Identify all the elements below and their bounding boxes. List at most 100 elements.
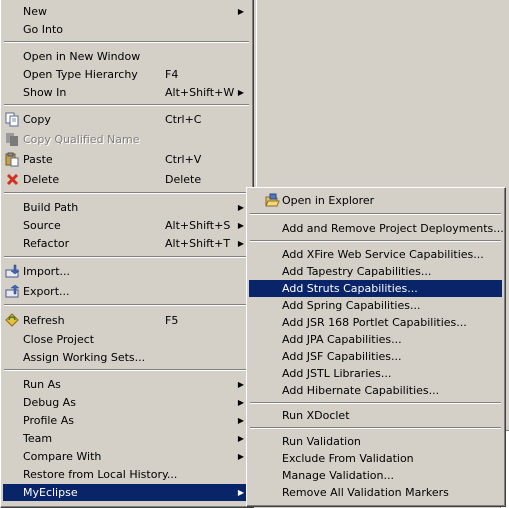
menu-item-label: Close Project [23, 333, 95, 346]
delete-icon [6, 173, 19, 186]
submenu-item-add-jpa[interactable]: Add JPA Capabilities... [249, 331, 502, 348]
menu-separator [250, 240, 501, 242]
menu-separator [4, 41, 249, 43]
menu-item-label: Profile As [23, 414, 74, 427]
submenu-item-add-struts[interactable]: Add Struts Capabilities... [249, 280, 502, 297]
submenu-arrow-icon: ▶ [237, 488, 244, 497]
menu-item-label: Copy Qualified Name [23, 133, 140, 146]
menu-item-build-path[interactable]: Build Path ▶ [3, 199, 250, 216]
menu-item-label: Show In [23, 86, 67, 99]
myeclipse-submenu: Open in Explorer Add and Remove Project … [246, 187, 506, 507]
copy-qualified-name-icon [6, 133, 18, 146]
menu-item-export[interactable]: Export... [3, 283, 250, 300]
paste-icon [5, 152, 19, 167]
copy-icon [5, 112, 19, 127]
menu-separator [4, 369, 249, 371]
menu-item-go-into[interactable]: Go Into [3, 21, 250, 38]
submenu-item-open-in-explorer[interactable]: Open in Explorer [249, 192, 502, 209]
submenu-item-add-tapestry[interactable]: Add Tapestry Capabilities... [249, 263, 502, 280]
menu-item-new[interactable]: New ▶ [3, 3, 250, 20]
menu-item-shortcut: Ctrl+C [165, 113, 202, 126]
menu-item-label: Refactor [23, 237, 70, 250]
menu-separator [4, 304, 249, 306]
menu-item-run-as[interactable]: Run As ▶ [3, 376, 250, 393]
submenu-item-exclude-from-validation[interactable]: Exclude From Validation [249, 450, 502, 467]
menu-item-label: Assign Working Sets... [23, 351, 146, 364]
menu-item-open-in-new-window[interactable]: Open in New Window [3, 48, 250, 65]
menu-item-debug-as[interactable]: Debug As ▶ [3, 394, 250, 411]
refresh-icon [5, 313, 19, 327]
menu-item-close-project[interactable]: Close Project [3, 331, 250, 348]
menu-item-label: Add Tapestry Capabilities... [282, 265, 432, 278]
menu-item-shortcut: Alt+Shift+W [165, 86, 235, 99]
menu-item-paste[interactable]: Paste Ctrl+V [3, 151, 250, 168]
menu-item-shortcut: Alt+Shift+S [165, 219, 231, 232]
submenu-item-add-remove-deployments[interactable]: Add and Remove Project Deployments... [249, 220, 504, 237]
menu-separator [4, 104, 249, 106]
menu-item-team[interactable]: Team ▶ [3, 430, 250, 447]
menu-item-label: Copy [23, 113, 51, 126]
submenu-item-add-spring[interactable]: Add Spring Capabilities... [249, 297, 502, 314]
menu-item-label: Team [23, 432, 53, 445]
menu-item-copy[interactable]: Copy Ctrl+C [3, 111, 250, 128]
menu-separator [250, 213, 501, 215]
menu-item-assign-working-sets[interactable]: Assign Working Sets... [3, 349, 250, 366]
menu-item-delete[interactable]: Delete Delete [3, 171, 250, 188]
submenu-arrow-icon: ▶ [237, 221, 244, 230]
menu-item-shortcut: Ctrl+V [165, 153, 202, 166]
menu-item-label: Paste [23, 153, 53, 166]
menu-item-label: Source [23, 219, 61, 232]
menu-item-label: Import... [23, 265, 70, 278]
submenu-item-remove-validation-markers[interactable]: Remove All Validation Markers [249, 484, 502, 501]
submenu-item-add-hibernate[interactable]: Add Hibernate Capabilities... [249, 382, 502, 399]
menu-item-refresh[interactable]: Refresh F5 [3, 312, 250, 329]
menu-item-label: Add Struts Capabilities... [282, 282, 418, 295]
menu-separator [4, 256, 249, 258]
menu-item-myeclipse[interactable]: MyEclipse ▶ [3, 484, 250, 501]
menu-item-label: Add Spring Capabilities... [282, 299, 421, 312]
menu-item-label: Build Path [23, 201, 79, 214]
menu-item-compare-with[interactable]: Compare With ▶ [3, 448, 250, 465]
menu-item-profile-as[interactable]: Profile As ▶ [3, 412, 250, 429]
menu-item-label: Open in Explorer [282, 194, 375, 207]
menu-item-copy-qualified-name[interactable]: Copy Qualified Name [3, 131, 250, 148]
menu-item-label: Debug As [23, 396, 76, 409]
menu-item-show-in[interactable]: Show In Alt+Shift+W ▶ [3, 84, 250, 101]
export-icon [5, 284, 20, 298]
menu-separator [250, 402, 501, 404]
menu-item-label: MyEclipse [23, 486, 78, 499]
menu-separator [4, 192, 249, 194]
menu-item-shortcut: Delete [165, 173, 202, 186]
menu-item-label: Restore from Local History... [23, 468, 178, 481]
submenu-item-run-validation[interactable]: Run Validation [249, 433, 502, 450]
menu-item-label: Run As [23, 378, 61, 391]
menu-item-label: Add JSR 168 Portlet Capabilities... [282, 316, 467, 329]
menu-item-label: Delete [23, 173, 60, 186]
menu-item-label: Remove All Validation Markers [282, 486, 449, 499]
menu-item-shortcut: Alt+Shift+T [165, 237, 231, 250]
submenu-item-add-jsr168-portlet[interactable]: Add JSR 168 Portlet Capabilities... [249, 314, 502, 331]
submenu-item-add-xfire[interactable]: Add XFire Web Service Capabilities... [249, 246, 502, 263]
menu-item-refactor[interactable]: Refactor Alt+Shift+T ▶ [3, 235, 250, 252]
submenu-item-manage-validation[interactable]: Manage Validation... [249, 467, 502, 484]
menu-item-label: Add and Remove Project Deployments... [282, 222, 504, 235]
menu-item-label: Exclude From Validation [282, 452, 414, 465]
submenu-item-run-xdoclet[interactable]: Run XDoclet [249, 407, 502, 424]
submenu-arrow-icon: ▶ [237, 88, 244, 97]
menu-item-label: Manage Validation... [282, 469, 394, 482]
menu-item-label: Add JSF Capabilities... [282, 350, 402, 363]
menu-item-restore-from-local-history[interactable]: Restore from Local History... [3, 466, 250, 483]
menu-item-import[interactable]: Import... [3, 263, 250, 280]
submenu-arrow-icon: ▶ [237, 380, 244, 389]
submenu-arrow-icon: ▶ [237, 398, 244, 407]
submenu-item-add-jsf[interactable]: Add JSF Capabilities... [249, 348, 502, 365]
submenu-arrow-icon: ▶ [237, 203, 244, 212]
menu-item-label: Refresh [23, 314, 65, 327]
submenu-item-add-jstl[interactable]: Add JSTL Libraries... [249, 365, 502, 382]
menu-item-label: Compare With [23, 450, 102, 463]
submenu-arrow-icon: ▶ [237, 452, 244, 461]
menu-item-label: Run Validation [282, 435, 361, 448]
menu-item-source[interactable]: Source Alt+Shift+S ▶ [3, 217, 250, 234]
menu-item-open-type-hierarchy[interactable]: Open Type Hierarchy F4 [3, 66, 250, 83]
menu-item-label: New [23, 5, 47, 18]
